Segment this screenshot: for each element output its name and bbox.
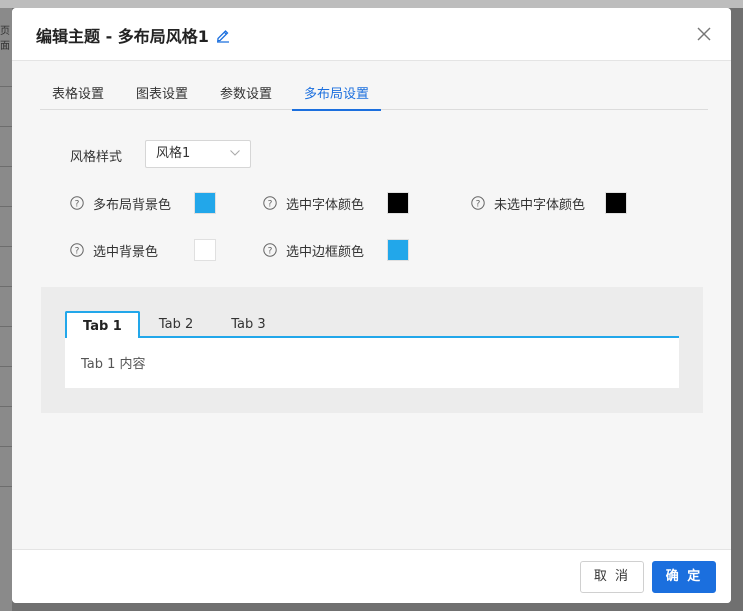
edit-theme-dialog: 编辑主题 - 多布局风格1 表格设置 图表设置 参数设置 多布局设置 风格样式 [12, 8, 731, 603]
svg-text:?: ? [268, 246, 273, 256]
confirm-button[interactable]: 确 定 [652, 561, 716, 593]
preview-tabs: Tab 1 Tab 2 Tab 3 [65, 311, 679, 340]
dialog-title-text: 编辑主题 - 多布局风格1 [36, 27, 209, 46]
tab-multi-layout-settings[interactable]: 多布局设置 [292, 86, 382, 111]
selected-border-color-swatch[interactable] [387, 239, 409, 261]
tab-parameter-settings[interactable]: 参数设置 [208, 86, 284, 110]
selected-font-color-swatch[interactable] [387, 192, 409, 214]
selected-font-color-label: 选中字体颜色 [286, 197, 365, 213]
unselected-font-color-swatch[interactable] [605, 192, 627, 214]
background-text: 页面 [0, 26, 10, 52]
dialog-header: 编辑主题 - 多布局风格1 [12, 8, 731, 61]
selected-bg-color-label: 选中背景色 [93, 244, 159, 260]
pencil-icon[interactable] [215, 27, 231, 43]
style-select[interactable]: 风格1 [145, 140, 251, 168]
close-icon[interactable] [695, 25, 713, 43]
layout-bg-color-label: 多布局背景色 [93, 197, 172, 213]
unselected-font-color-label: 未选中字体颜色 [494, 197, 586, 213]
help-icon[interactable]: ? [263, 243, 277, 257]
layout-bg-color-item: ? 多布局背景色 [70, 192, 171, 214]
style-select-value: 风格1 [156, 146, 191, 161]
tab-table-settings[interactable]: 表格设置 [40, 86, 116, 110]
selected-border-color-item: ? 选中边框颜色 [263, 239, 364, 261]
tab-chart-settings[interactable]: 图表设置 [124, 86, 200, 110]
unselected-font-color-item: ? 未选中字体颜色 [471, 192, 585, 214]
chevron-down-icon [230, 150, 240, 156]
dialog-title: 编辑主题 - 多布局风格1 [36, 23, 231, 47]
svg-text:?: ? [75, 199, 80, 209]
style-select-label: 风格样式 [70, 150, 123, 165]
cancel-button[interactable]: 取 消 [580, 561, 644, 593]
selected-bg-color-item: ? 选中背景色 [70, 239, 158, 261]
help-icon[interactable]: ? [70, 196, 84, 210]
dialog-footer: 取 消 确 定 [12, 549, 731, 603]
preview-tab-2[interactable]: Tab 2 [140, 311, 212, 338]
selected-font-color-item: ? 选中字体颜色 [263, 192, 364, 214]
preview-tab-content: Tab 1 内容 [65, 338, 679, 388]
svg-text:?: ? [476, 199, 481, 209]
selected-border-color-label: 选中边框颜色 [286, 244, 365, 260]
selected-bg-color-swatch[interactable] [194, 239, 216, 261]
layout-preview: Tab 1 Tab 2 Tab 3 Tab 1 内容 [41, 287, 703, 413]
background-toolbar [0, 0, 743, 8]
help-icon[interactable]: ? [263, 196, 277, 210]
help-icon[interactable]: ? [471, 196, 485, 210]
settings-tabs: 表格设置 图表设置 参数设置 多布局设置 [40, 86, 708, 111]
dialog-body: 表格设置 图表设置 参数设置 多布局设置 风格样式 风格1 ? 多布局背景色 ? [12, 62, 731, 549]
help-icon[interactable]: ? [70, 243, 84, 257]
preview-tab-3[interactable]: Tab 3 [212, 311, 284, 338]
svg-text:?: ? [268, 199, 273, 209]
background-sheet: 页面 [0, 8, 12, 611]
preview-tab-1[interactable]: Tab 1 [65, 311, 140, 340]
svg-text:?: ? [75, 246, 80, 256]
layout-bg-color-swatch[interactable] [194, 192, 216, 214]
